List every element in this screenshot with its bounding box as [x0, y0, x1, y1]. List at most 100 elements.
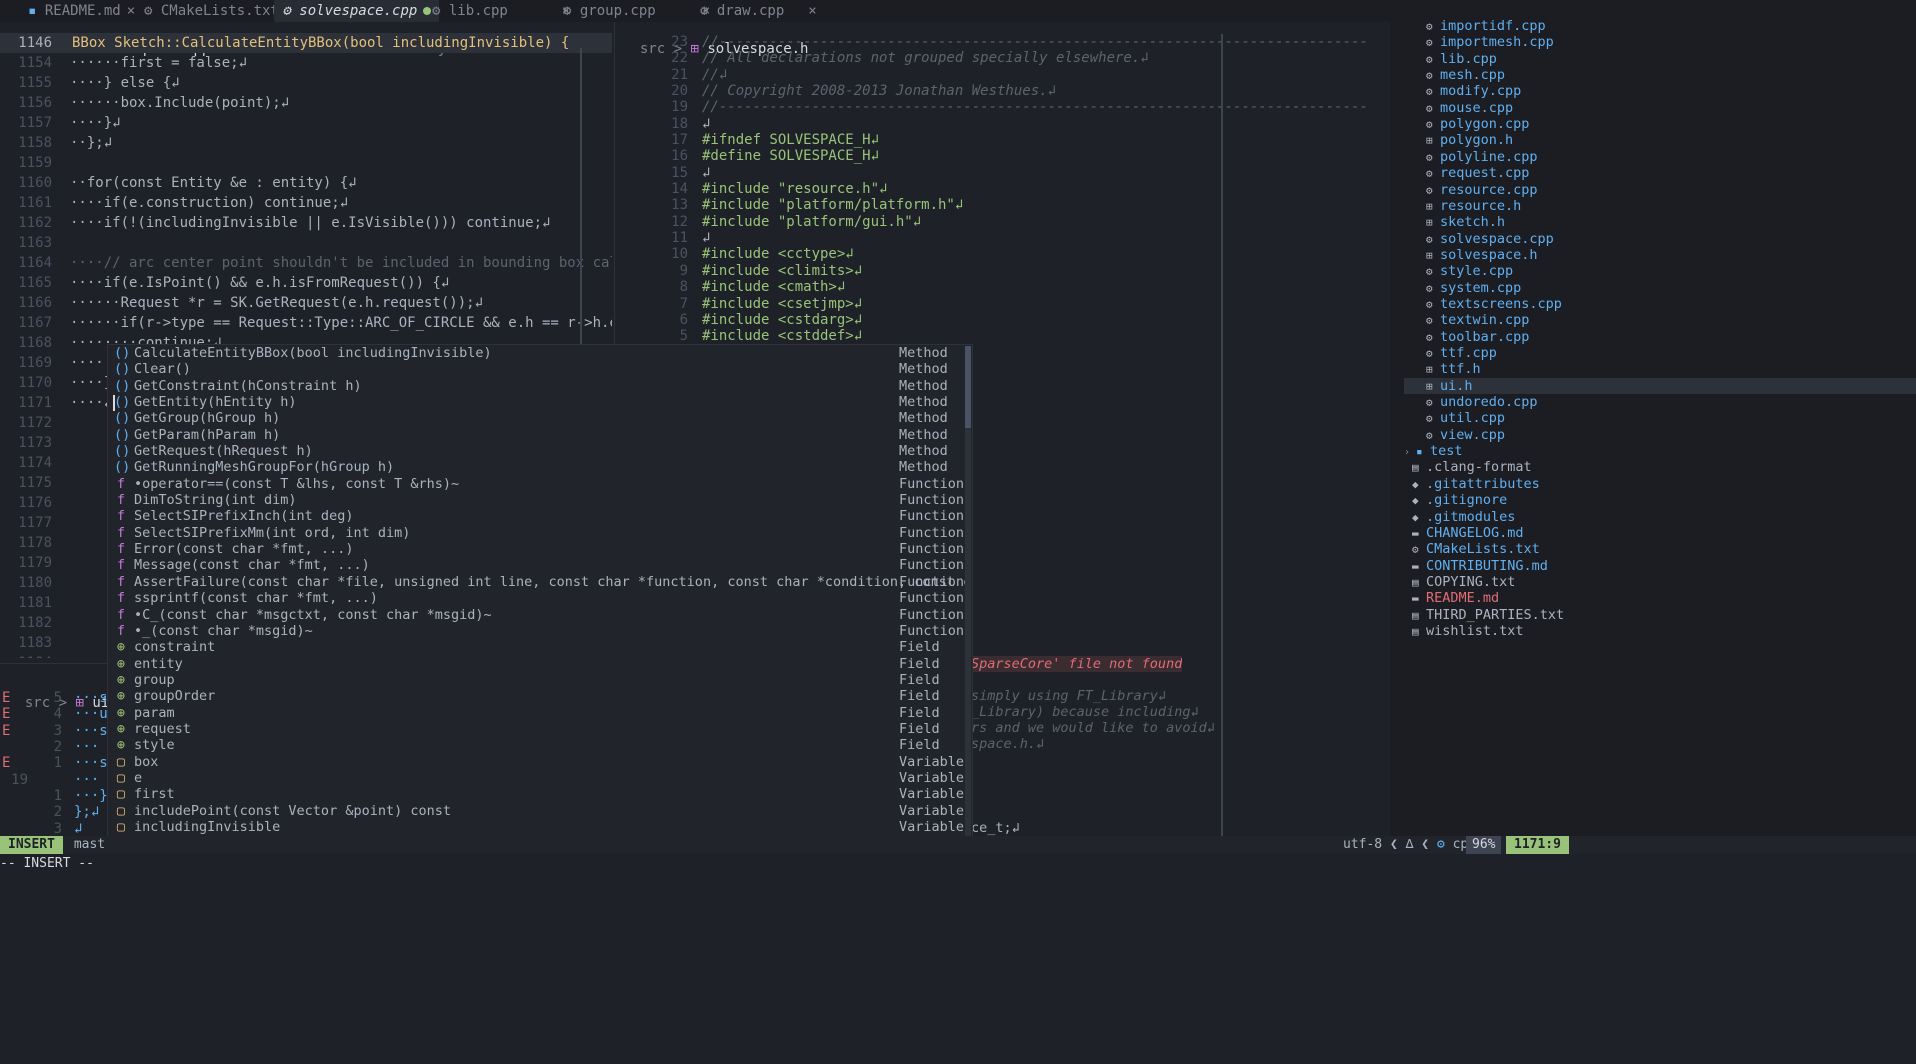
function-icon: f	[116, 541, 126, 558]
completion-item[interactable]: f SelectSIPrefixMm(int ord, int dim) Funct…	[108, 525, 972, 541]
file-item[interactable]: ⊞ sketch.h	[1426, 214, 1505, 230]
completion-item[interactable]: () GetConstraint(hConstraint h) Method	[108, 378, 972, 394]
line-number: 1168	[18, 335, 52, 351]
function-icon: f	[116, 475, 126, 492]
file-item[interactable]: ⚙ request.cpp	[1426, 165, 1529, 181]
completion-item[interactable]: f DimToString(int dim) Function	[108, 492, 972, 508]
code-text: #include <climits>↲	[702, 262, 863, 279]
command-line[interactable]: -- INSERT --	[0, 854, 1916, 874]
completion-item[interactable]: ▢ includePoint(const Vector &point) const…	[108, 803, 972, 819]
code-text: ······first = false;↲	[70, 55, 248, 71]
completion-item[interactable]: () CalculateEntityBBox(bool includingInvi…	[108, 345, 972, 361]
completion-kind: Function	[899, 573, 965, 590]
completion-item[interactable]: ⊕ param Field	[108, 705, 972, 721]
completion-item[interactable]: f •C_(const char *msgctxt, const char *ms…	[108, 607, 972, 623]
completion-kind: Function	[899, 622, 965, 639]
completion-item[interactable]: ▢ box Variable	[108, 754, 972, 770]
file-item[interactable]: ⚙ CMakeLists.txt	[1412, 541, 1540, 557]
gear-icon: ⚙	[1426, 232, 1433, 246]
completion-item[interactable]: f ssprintf(const char *fmt, ...) Function	[108, 590, 972, 606]
file-item[interactable]: ⚙ style.cpp	[1426, 263, 1513, 279]
function-icon: f	[116, 606, 126, 623]
file-item[interactable]: ⊞ polygon.h	[1426, 132, 1513, 148]
file-item[interactable]: ◆ .gitmodules	[1412, 509, 1515, 525]
completion-item[interactable]: f Message(const char *fmt, ...) Function	[108, 557, 972, 573]
completion-item[interactable]: () GetEntity(hEntity h) Method	[108, 394, 972, 410]
completion-kind: Function	[899, 590, 965, 607]
file-item[interactable]: › ▪ test	[1404, 443, 1463, 459]
git-icon: ◆	[1412, 510, 1419, 524]
completion-item[interactable]: ▢ includingInvisible Variable	[108, 819, 972, 835]
code-line: 6 #include <cstdarg>↲	[616, 312, 1388, 328]
file-item[interactable]: ⚙ view.cpp	[1426, 427, 1505, 443]
completion-item[interactable]: () GetRunningMeshGroupFor(hGroup h) Method	[108, 459, 972, 475]
doc-icon: ▤	[1412, 608, 1419, 622]
file-item[interactable]: ⚙ modify.cpp	[1426, 83, 1521, 99]
code-line: 1157 ····}↲	[0, 113, 612, 133]
line-number: 1156	[18, 95, 52, 111]
file-item[interactable]: ⚙ resource.cpp	[1426, 182, 1538, 198]
file-item[interactable]: ⚙ solvespace.cpp	[1426, 231, 1554, 247]
completion-item[interactable]: () Clear() Method	[108, 361, 972, 377]
file-item[interactable]: ⚙ ttf.cpp	[1426, 345, 1497, 361]
completion-item[interactable]: ▢ first Variable	[108, 786, 972, 802]
file-item[interactable]: ⚙ polyline.cpp	[1426, 149, 1538, 165]
completion-item[interactable]: ⊕ group Field	[108, 672, 972, 688]
file-item[interactable]: ⚙ importidf.cpp	[1426, 18, 1546, 34]
line-number: 8	[679, 279, 688, 296]
file-item[interactable]: ⚙ textscreens.cpp	[1426, 296, 1562, 312]
file-item[interactable]: ▬ CHANGELOG.md	[1412, 525, 1524, 541]
code-text: ····if(e.IsPoint() && e.h.isFromRequest(…	[70, 275, 450, 291]
completion-label: group	[134, 671, 175, 688]
file-item[interactable]: ◆ .gitignore	[1412, 492, 1507, 508]
completion-item[interactable]: ⊕ constraint Field	[108, 639, 972, 655]
file-item[interactable]: ⚙ util.cpp	[1426, 410, 1505, 426]
code-line: 1165 ····if(e.IsPoint() && e.h.isFromRequ…	[0, 273, 612, 293]
completion-item[interactable]: ▢ e Variable	[108, 770, 972, 786]
file-item[interactable]: ⊞ ttf.h	[1426, 361, 1481, 377]
file-item[interactable]: ⚙ lib.cpp	[1426, 51, 1497, 67]
file-item[interactable]: ▬ CONTRIBUTING.md	[1412, 558, 1548, 574]
completion-item[interactable]: ⊕ request Field	[108, 721, 972, 737]
completion-item[interactable]: f Error(const char *fmt, ...) Function	[108, 541, 972, 557]
completion-item[interactable]: f AssertFailure(const char *file, unsigne…	[108, 574, 972, 590]
completion-label: first	[134, 786, 175, 803]
file-item[interactable]: ⊞ solvespace.h	[1426, 247, 1538, 263]
git-branch[interactable]: mast	[66, 836, 105, 854]
completion-item[interactable]: f •operator==(const T &lhs, const T &rhs)…	[108, 476, 972, 492]
file-item[interactable]: ⚙ polygon.cpp	[1426, 116, 1529, 132]
file-item[interactable]: ▤ .clang-format	[1412, 459, 1532, 475]
completion-item[interactable]: ⊕ style Field	[108, 737, 972, 753]
file-item[interactable]: ▤ COPYING.txt	[1412, 574, 1515, 590]
completion-item[interactable]: f SelectSIPrefixInch(int deg) Function	[108, 508, 972, 524]
completion-item[interactable]: () GetParam(hParam h) Method	[108, 427, 972, 443]
editor-right[interactable]: 23 //------------------------------------…	[616, 34, 1388, 346]
completion-item[interactable]: ⊕ entity Field	[108, 656, 972, 672]
file-item[interactable]: ⚙ undoredo.cpp	[1426, 394, 1538, 410]
file-item[interactable]: ⚙ toolbar.cpp	[1426, 329, 1529, 345]
completion-item[interactable]: f •_(const char *msgid)~ Function	[108, 623, 972, 639]
file-item[interactable]: ⊞ ui.h	[1404, 377, 1916, 395]
completion-label: Clear()	[134, 361, 191, 378]
file-item[interactable]: ◆ .gitattributes	[1412, 476, 1540, 492]
close-icon[interactable]: ×	[808, 3, 816, 19]
scroll-percent: 96%	[1466, 836, 1502, 854]
file-item[interactable]: ⚙ mouse.cpp	[1426, 100, 1513, 116]
editor-bottom[interactable]: E 5 ···s E 4 ···u E 3 ···s 2 ··· E 1 ···s 19 ··· 1 ···} 2}…	[0, 690, 110, 836]
completion-item[interactable]: () GetGroup(hGroup h) Method	[108, 410, 972, 426]
file-item[interactable]: ⚙ importmesh.cpp	[1426, 34, 1554, 50]
file-item[interactable]: ⚙ textwin.cpp	[1426, 312, 1529, 328]
header-icon: ⊞	[1426, 134, 1433, 148]
code-line: 1160 ··for(const Entity &e : entity) {↲	[0, 173, 612, 193]
file-item[interactable]: ▬ README.md	[1412, 590, 1499, 606]
file-item[interactable]: ▤ wishlist.txt	[1412, 623, 1524, 639]
completion-scrollbar-thumb[interactable]	[965, 346, 971, 428]
completion-item[interactable]: ⊕ groupOrder Field	[108, 688, 972, 704]
completion-popup[interactable]: () CalculateEntityBBox(bool includingInvi…	[107, 344, 973, 854]
file-item[interactable]: ⚙ mesh.cpp	[1426, 67, 1505, 83]
file-item[interactable]: ▤ THIRD_PARTIES.txt	[1412, 607, 1564, 623]
file-item[interactable]: ⚙ system.cpp	[1426, 280, 1521, 296]
completion-item[interactable]: () GetRequest(hRequest h) Method	[108, 443, 972, 459]
file-item[interactable]: ⊞ resource.h	[1426, 198, 1521, 214]
field-icon: ⊕	[116, 704, 126, 721]
